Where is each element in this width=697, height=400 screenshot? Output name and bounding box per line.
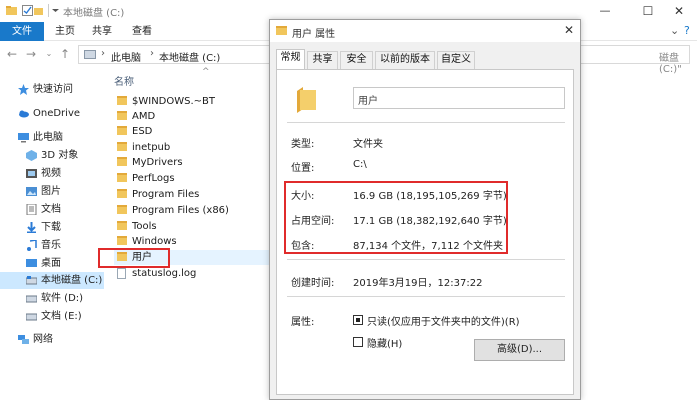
readonly-label: 只读(仅应用于文件夹中的文件)(R) [367, 317, 520, 328]
list-item[interactable]: statuslog.log [114, 266, 270, 281]
highlight-box [284, 181, 508, 254]
sidebar-item-drive-d[interactable]: 软件 (D:) [0, 290, 104, 307]
dialog-titlebar: 用户 属性 ✕ [270, 20, 580, 42]
navigation-pane: 快速访问 OneDrive 此电脑 3D 对象 视频 图片 文档 下载 音乐 桌… [0, 67, 104, 400]
tab-general[interactable]: 常规 [276, 49, 305, 70]
created-value: 2019年3月19日，12:37:22 [353, 278, 483, 289]
window-controls: ☐ ✕ [643, 0, 697, 22]
breadcrumb-this-pc[interactable]: 此电脑 [111, 49, 141, 64]
list-item[interactable]: Windows [114, 234, 270, 249]
tab-sharing[interactable]: 共享 [307, 51, 338, 69]
properties-dialog: 用户 属性 ✕ 常规 共享 安全 以前的版本 自定义 用户 类型: 文件夹 位置… [269, 19, 581, 400]
sidebar-item-documents[interactable]: 文档 [0, 201, 104, 218]
search-input[interactable]: 磁盘 (C:)" [659, 49, 689, 75]
column-header-name[interactable]: 名称 [114, 73, 134, 88]
breadcrumb-separator: › [101, 48, 105, 59]
music-note-icon [27, 240, 37, 251]
sidebar-item-music[interactable]: 音乐 [0, 237, 104, 254]
maximize-icon[interactable]: ☐ [638, 0, 658, 22]
folder-icon [297, 87, 316, 113]
divider [287, 259, 565, 260]
chevron-down-icon[interactable]: ⌄ [670, 24, 679, 37]
tab-home[interactable]: 主页 [55, 22, 75, 41]
sidebar-item-quick-access[interactable]: 快速访问 [0, 81, 104, 98]
location-value: C:\ [353, 159, 367, 170]
sort-up-icon: ^ [202, 67, 210, 77]
list-item[interactable]: $WINDOWS.~BT [114, 94, 270, 109]
list-item[interactable]: AMD [114, 109, 270, 124]
sidebar-item-this-pc[interactable]: 此电脑 [0, 129, 104, 146]
file-list: 名称 ^ $WINDOWS.~BT AMD ESD inetpub MyDriv… [104, 67, 270, 400]
window-title: 本地磁盘 (C:) [63, 8, 125, 19]
sidebar-item-3d-objects[interactable]: 3D 对象 [0, 147, 104, 164]
dialog-title: 用户 属性 [292, 29, 336, 40]
tab-security[interactable]: 安全 [340, 51, 373, 69]
list-item[interactable]: ESD [114, 124, 270, 139]
cube-icon [26, 150, 37, 161]
toolbar-separator [48, 4, 49, 17]
advanced-button[interactable]: 高级(D)... [474, 339, 565, 361]
star-icon [18, 84, 29, 95]
computer-icon [18, 133, 29, 143]
readonly-checkbox[interactable] [353, 315, 363, 325]
recent-chevron-icon[interactable]: ⌄ [42, 46, 56, 62]
list-item[interactable]: PerfLogs [114, 171, 270, 186]
general-panel: 用户 类型: 文件夹 位置: C:\ 大小: 16.9 GB (18,195,1… [276, 69, 574, 395]
forward-icon[interactable]: → [24, 46, 38, 62]
attributes-label: 属性: [291, 317, 315, 328]
list-item[interactable]: MyDrivers [114, 155, 270, 170]
list-item[interactable]: Program Files (x86) [114, 203, 270, 218]
desktop-icon [26, 259, 37, 267]
tab-file[interactable]: 文件 [0, 22, 44, 41]
network-icon [18, 335, 29, 344]
divider [287, 296, 565, 297]
cloud-icon [19, 110, 29, 118]
document-icon [26, 204, 37, 215]
dropdown-icon[interactable] [52, 5, 59, 16]
sidebar-item-videos[interactable]: 视频 [0, 165, 104, 182]
type-value: 文件夹 [353, 139, 383, 150]
sidebar-item-pictures[interactable]: 图片 [0, 183, 104, 200]
breadcrumb-drive-c[interactable]: 本地磁盘 (C:) [159, 49, 220, 64]
close-icon[interactable]: ✕ [664, 0, 694, 22]
up-icon[interactable]: ↑ [58, 46, 72, 62]
video-icon [26, 169, 37, 178]
close-icon[interactable]: ✕ [564, 23, 574, 37]
drive-icon [84, 50, 96, 59]
folder-icon [6, 6, 17, 15]
highlight-box [98, 248, 170, 268]
sidebar-item-network[interactable]: 网络 [0, 331, 104, 348]
sidebar-item-downloads[interactable]: 下载 [0, 219, 104, 236]
tab-customize[interactable]: 自定义 [437, 51, 475, 69]
tab-previous-versions[interactable]: 以前的版本 [375, 51, 435, 69]
divider [287, 122, 565, 123]
download-icon [27, 222, 36, 233]
sidebar-item-drive-c[interactable]: 本地磁盘 (C:) [0, 272, 104, 289]
list-item[interactable]: inetpub [114, 140, 270, 155]
drive-icon [26, 313, 37, 321]
checkmark-icon[interactable] [22, 5, 33, 16]
sidebar-item-drive-e[interactable]: 文档 (E:) [0, 308, 104, 325]
minimize-icon[interactable]: — [590, 0, 620, 22]
list-item[interactable]: Program Files [114, 187, 270, 202]
location-label: 位置: [291, 163, 315, 174]
back-icon[interactable]: ← [5, 46, 19, 62]
tab-view[interactable]: 查看 [132, 22, 152, 41]
type-label: 类型: [291, 139, 315, 150]
created-label: 创建时间: [291, 278, 335, 289]
tab-share[interactable]: 共享 [92, 22, 112, 41]
list-item[interactable]: Tools [114, 219, 270, 234]
sidebar-item-onedrive[interactable]: OneDrive [0, 105, 104, 122]
drive-icon [26, 295, 37, 303]
help-icon[interactable]: ? [684, 24, 690, 37]
breadcrumb-separator: › [150, 48, 154, 59]
hidden-label: 隐藏(H) [367, 339, 403, 350]
folder-icon [276, 26, 287, 35]
drive-icon [26, 276, 37, 285]
hidden-checkbox[interactable] [353, 337, 363, 347]
picture-icon [26, 187, 37, 196]
sidebar-item-desktop[interactable]: 桌面 [0, 255, 104, 272]
folder-name-field[interactable]: 用户 [353, 87, 565, 109]
new-folder-icon[interactable] [34, 5, 43, 16]
